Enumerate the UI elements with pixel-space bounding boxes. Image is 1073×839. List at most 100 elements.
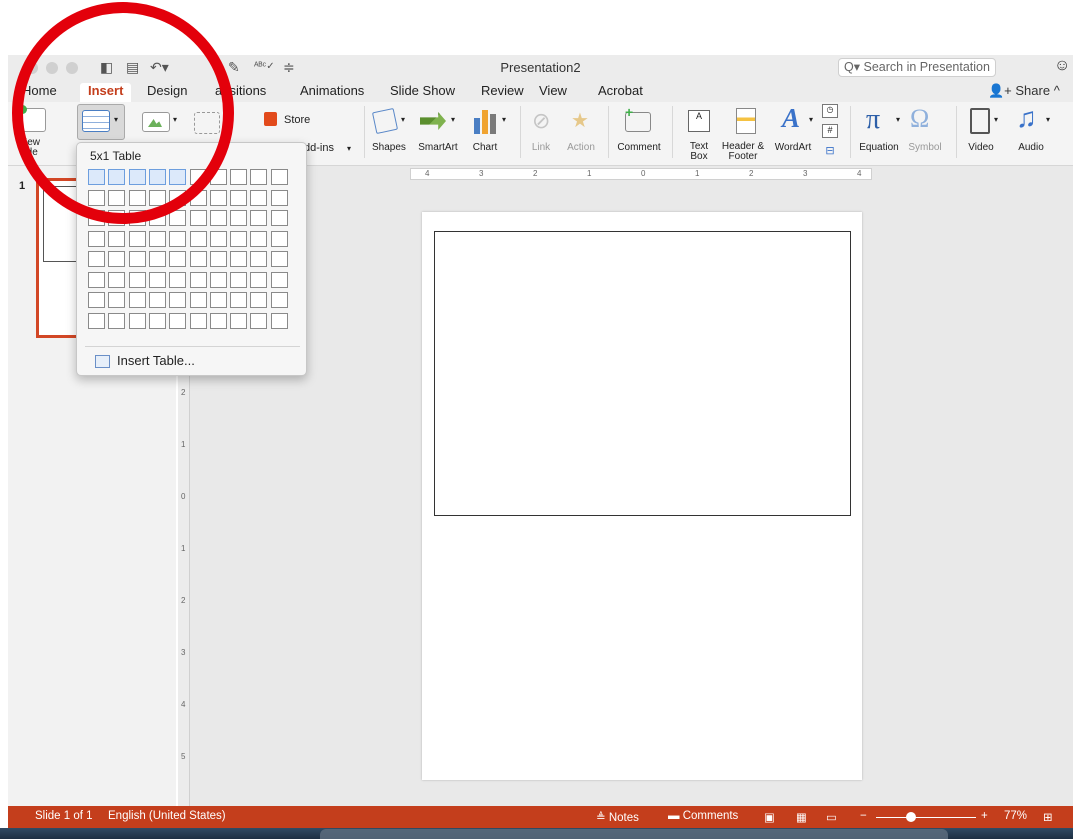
table-grid-cell[interactable] xyxy=(189,230,207,247)
tab-acrobat[interactable]: Acrobat xyxy=(598,83,643,98)
table-grid-cell[interactable] xyxy=(230,271,248,288)
addins-label[interactable]: dd-ins xyxy=(304,142,334,154)
table-grid-cell[interactable] xyxy=(230,169,248,185)
chart-label[interactable]: Chart xyxy=(470,142,500,153)
equation-icon[interactable]: π xyxy=(866,104,880,136)
table-grid-cell[interactable] xyxy=(108,230,126,247)
table-grid-cell[interactable] xyxy=(128,312,146,329)
table-grid-cell[interactable] xyxy=(250,210,268,226)
table-grid-cell[interactable] xyxy=(209,292,227,308)
table-grid-cell[interactable] xyxy=(169,292,187,308)
fit-to-window-icon[interactable]: ⊞ xyxy=(1043,810,1053,824)
table-grid-cell[interactable] xyxy=(108,312,126,329)
table-grid-cell[interactable] xyxy=(250,312,268,329)
table-grid-cell[interactable] xyxy=(250,230,268,247)
table-grid-cell[interactable] xyxy=(250,169,268,185)
zoom-slider[interactable] xyxy=(876,817,976,818)
smartart-icon[interactable] xyxy=(420,112,446,130)
status-language[interactable]: English (United States) xyxy=(108,810,226,822)
table-grid-cell[interactable] xyxy=(148,251,166,267)
table-grid-cell[interactable] xyxy=(148,230,166,247)
table-grid-cell[interactable] xyxy=(88,271,105,288)
slide-sorter-icon[interactable]: ▦ xyxy=(796,810,807,824)
audio-icon[interactable]: ♫ xyxy=(1016,102,1037,134)
header-footer-label[interactable]: Header & Footer xyxy=(718,142,768,162)
insert-table-menu-item[interactable]: Insert Table... xyxy=(95,353,195,368)
table-grid-cell[interactable] xyxy=(108,271,126,288)
link-label[interactable]: Link xyxy=(526,142,556,153)
table-grid-cell[interactable] xyxy=(270,292,288,308)
table-grid-cell[interactable] xyxy=(209,312,227,329)
textbox-label[interactable]: Text Box xyxy=(684,142,714,162)
table-grid-cell[interactable] xyxy=(148,271,166,288)
wordart-label[interactable]: WordArt xyxy=(770,142,816,153)
tab-slide-show[interactable]: Slide Show xyxy=(390,83,455,98)
comments-button[interactable]: ▬ Comments xyxy=(668,810,738,822)
table-grid-cell[interactable] xyxy=(270,169,288,185)
link-icon[interactable]: ⊘ xyxy=(532,108,550,134)
table-grid-cell[interactable] xyxy=(230,292,248,308)
table-grid-cell[interactable] xyxy=(189,271,207,288)
table-grid-cell[interactable] xyxy=(189,210,207,226)
store-icon[interactable] xyxy=(264,112,277,126)
table-grid-cell[interactable] xyxy=(270,210,288,226)
symbol-icon[interactable]: Ω xyxy=(910,104,929,134)
table-grid-cell[interactable] xyxy=(209,271,227,288)
slide-number-icon[interactable]: # xyxy=(822,124,838,138)
notes-button[interactable]: ≜ Notes xyxy=(596,810,639,824)
table-grid-cell[interactable] xyxy=(230,312,248,329)
table-grid-cell[interactable] xyxy=(209,230,227,247)
search-input[interactable]: Q▾ Search in Presentation xyxy=(838,58,996,77)
video-label[interactable]: Video xyxy=(964,142,998,153)
table-grid-cell[interactable] xyxy=(169,230,187,247)
header-footer-icon[interactable] xyxy=(736,108,756,134)
equation-label[interactable]: Equation xyxy=(854,142,904,153)
table-grid-cell[interactable] xyxy=(250,189,268,206)
action-icon[interactable]: ★ xyxy=(571,108,589,133)
table-grid-cell[interactable] xyxy=(230,230,248,247)
table-grid-cell[interactable] xyxy=(270,251,288,267)
table-grid-cell[interactable] xyxy=(209,189,227,206)
symbol-label[interactable]: Symbol xyxy=(906,142,944,153)
zoom-in-icon[interactable]: + xyxy=(981,810,988,822)
table-grid-cell[interactable] xyxy=(230,210,248,226)
action-label[interactable]: Action xyxy=(564,142,598,153)
shapes-icon[interactable] xyxy=(371,107,399,135)
table-grid-cell[interactable] xyxy=(209,210,227,226)
table-grid-cell[interactable] xyxy=(230,189,248,206)
table-grid-cell[interactable] xyxy=(128,292,146,308)
table-grid-cell[interactable] xyxy=(88,292,105,308)
table-grid-cell[interactable] xyxy=(169,312,187,329)
slide-show-view-icon[interactable]: ▭ xyxy=(826,810,837,824)
table-grid-cell[interactable] xyxy=(128,230,146,247)
table-grid-cell[interactable] xyxy=(88,251,105,267)
table-grid-cell[interactable] xyxy=(128,271,146,288)
table-grid-cell[interactable] xyxy=(88,312,105,329)
table-grid-cell[interactable] xyxy=(270,312,288,329)
textbox-icon[interactable]: A xyxy=(688,110,710,132)
zoom-slider-knob[interactable] xyxy=(906,812,916,822)
wordart-icon[interactable]: A xyxy=(782,103,800,134)
table-grid-cell[interactable] xyxy=(169,271,187,288)
dock-shelf[interactable] xyxy=(320,829,948,839)
table-grid-cell[interactable] xyxy=(270,271,288,288)
table-grid-cell[interactable] xyxy=(169,251,187,267)
normal-view-icon[interactable]: ▣ xyxy=(764,810,775,824)
table-grid-cell[interactable] xyxy=(108,292,126,308)
date-time-icon[interactable]: ◷ xyxy=(822,104,838,118)
share-button[interactable]: 👤+ Share ^ xyxy=(988,83,1060,99)
table-grid-cell[interactable] xyxy=(250,251,268,267)
table-grid-cell[interactable] xyxy=(189,292,207,308)
table-grid-cell[interactable] xyxy=(108,251,126,267)
table-grid-cell[interactable] xyxy=(250,271,268,288)
table-grid-cell[interactable] xyxy=(128,251,146,267)
table-grid-cell[interactable] xyxy=(189,312,207,329)
table-grid-cell[interactable] xyxy=(270,189,288,206)
tab-view[interactable]: View xyxy=(539,83,567,98)
tab-review[interactable]: Review xyxy=(481,83,524,98)
table-grid-cell[interactable] xyxy=(270,230,288,247)
store-label[interactable]: Store xyxy=(284,114,310,126)
table-grid-cell[interactable] xyxy=(88,230,105,247)
table-grid-cell[interactable] xyxy=(189,251,207,267)
table-grid-cell[interactable] xyxy=(250,292,268,308)
